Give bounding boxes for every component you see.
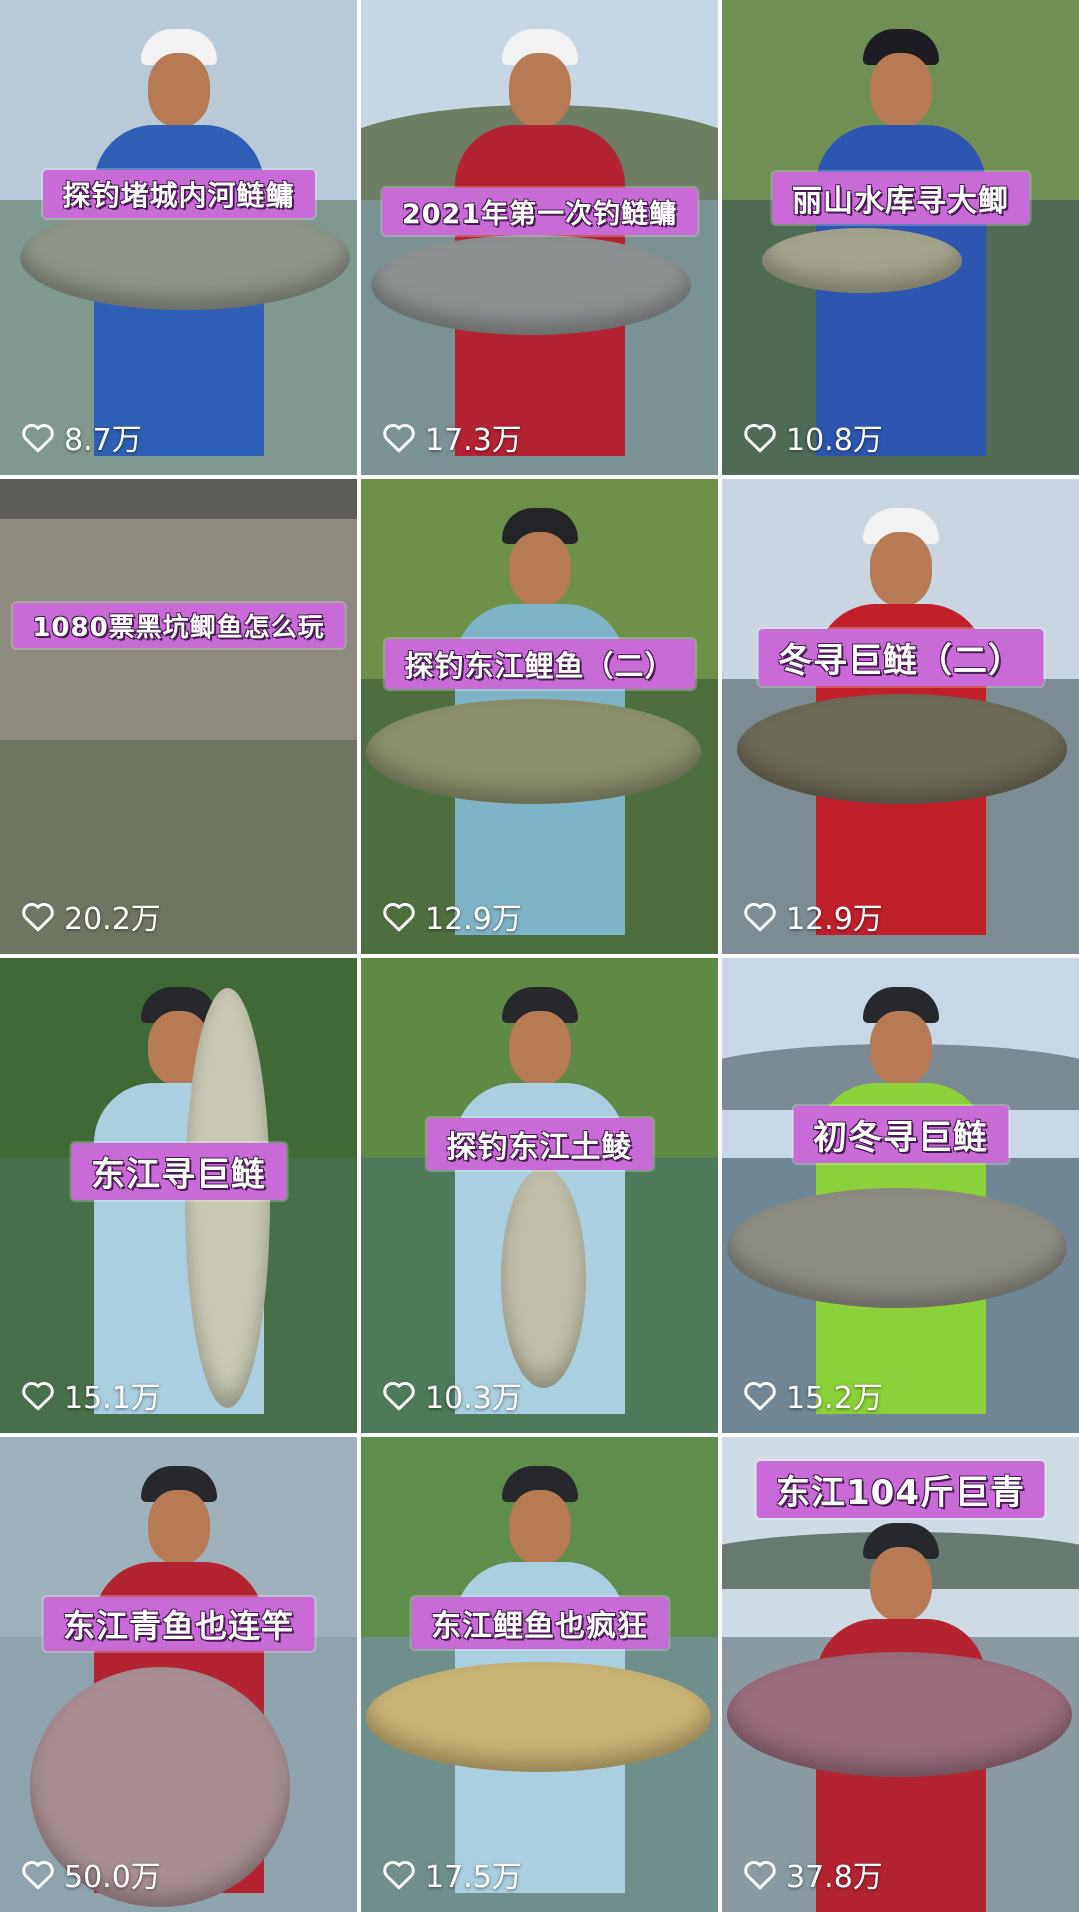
like-count-value: 8.7万: [64, 423, 142, 458]
video-thumbnail: [0, 0, 357, 475]
video-tile[interactable]: 初冬寻巨鲢 15.2万: [722, 958, 1079, 1433]
video-thumbnail: [0, 479, 357, 954]
like-count: 17.3万: [381, 415, 522, 459]
video-tile[interactable]: 东江寻巨鲢 15.1万: [0, 958, 357, 1433]
heart-outline-icon: [744, 902, 776, 932]
video-tile[interactable]: 东江104斤巨青 37.8万: [722, 1437, 1079, 1912]
video-title-banner: 1080票黑坑鲫鱼怎么玩: [12, 603, 345, 648]
heart-outline-icon: [22, 902, 54, 932]
video-title-banner: 东江寻巨鲢: [71, 1143, 286, 1200]
heart-outline-icon: [744, 423, 776, 453]
video-title-banner: 丽山水库寻大鲫: [772, 172, 1029, 224]
like-count: 10.3万: [381, 1373, 522, 1417]
like-count: 37.8万: [742, 1852, 883, 1896]
like-count-value: 15.1万: [64, 1381, 161, 1416]
like-count: 12.9万: [381, 894, 522, 938]
heart-outline-icon: [744, 1860, 776, 1890]
like-count-value: 17.5万: [425, 1860, 522, 1895]
video-thumbnail: [361, 1437, 718, 1912]
heart-outline-icon: [744, 1381, 776, 1411]
video-thumbnail: [722, 0, 1079, 475]
like-count: 12.9万: [742, 894, 883, 938]
heart-outline-icon: [383, 423, 415, 453]
like-count-value: 20.2万: [64, 902, 161, 937]
heart-outline-icon: [383, 1381, 415, 1411]
video-tile[interactable]: 东江鲤鱼也疯狂 17.5万: [361, 1437, 718, 1912]
video-tile[interactable]: 探钓东江土鲮 10.3万: [361, 958, 718, 1433]
like-count: 15.2万: [742, 1373, 883, 1417]
video-tile[interactable]: 冬寻巨鲢（二） 12.9万: [722, 479, 1079, 954]
video-title-banner: 东江青鱼也连竿: [42, 1597, 315, 1651]
video-title-banner: 东江104斤巨青: [756, 1461, 1045, 1518]
like-count-value: 17.3万: [425, 423, 522, 458]
video-tile[interactable]: 探钓堵城内河鲢鳙 8.7万: [0, 0, 357, 475]
like-count: 20.2万: [20, 894, 161, 938]
like-count-value: 15.2万: [786, 1381, 883, 1416]
video-tile[interactable]: 1080票黑坑鲫鱼怎么玩 20.2万: [0, 479, 357, 954]
video-tile[interactable]: 探钓东江鲤鱼（二） 12.9万: [361, 479, 718, 954]
heart-outline-icon: [383, 902, 415, 932]
video-thumbnail: [722, 479, 1079, 954]
video-title-banner: 初冬寻巨鲢: [793, 1106, 1008, 1163]
video-title-banner: 冬寻巨鲢（二）: [758, 629, 1043, 686]
like-count: 50.0万: [20, 1852, 161, 1896]
like-count-value: 10.3万: [425, 1381, 522, 1416]
like-count-value: 50.0万: [64, 1860, 161, 1895]
heart-outline-icon: [22, 1381, 54, 1411]
like-count: 17.5万: [381, 1852, 522, 1896]
video-thumbnail: [361, 479, 718, 954]
video-title-banner: 探钓东江土鲮: [426, 1118, 653, 1170]
video-tile[interactable]: 丽山水库寻大鲫 10.8万: [722, 0, 1079, 475]
like-count: 8.7万: [20, 415, 142, 459]
video-thumbnail: [722, 958, 1079, 1433]
video-thumbnail: [361, 0, 718, 475]
heart-outline-icon: [22, 1860, 54, 1890]
like-count-value: 10.8万: [786, 423, 883, 458]
video-thumbnail: [361, 958, 718, 1433]
like-count: 15.1万: [20, 1373, 161, 1417]
video-title-banner: 2021年第一次钓鲢鳙: [381, 188, 698, 235]
video-tile[interactable]: 东江青鱼也连竿 50.0万: [0, 1437, 357, 1912]
like-count-value: 37.8万: [786, 1860, 883, 1895]
heart-outline-icon: [22, 423, 54, 453]
like-count: 10.8万: [742, 415, 883, 459]
heart-outline-icon: [383, 1860, 415, 1890]
video-title-banner: 东江鲤鱼也疯狂: [411, 1597, 668, 1649]
video-title-banner: 探钓堵城内河鲢鳙: [42, 170, 315, 218]
video-title-banner: 探钓东江鲤鱼（二）: [384, 639, 695, 689]
like-count-value: 12.9万: [425, 902, 522, 937]
video-thumbnail: [0, 1437, 357, 1912]
video-tile[interactable]: 2021年第一次钓鲢鳙 17.3万: [361, 0, 718, 475]
like-count-value: 12.9万: [786, 902, 883, 937]
video-grid: 探钓堵城内河鲢鳙 8.7万 2021年第一次钓鲢鳙 17.3万 丽山水库寻大鲫 …: [0, 0, 1079, 1912]
